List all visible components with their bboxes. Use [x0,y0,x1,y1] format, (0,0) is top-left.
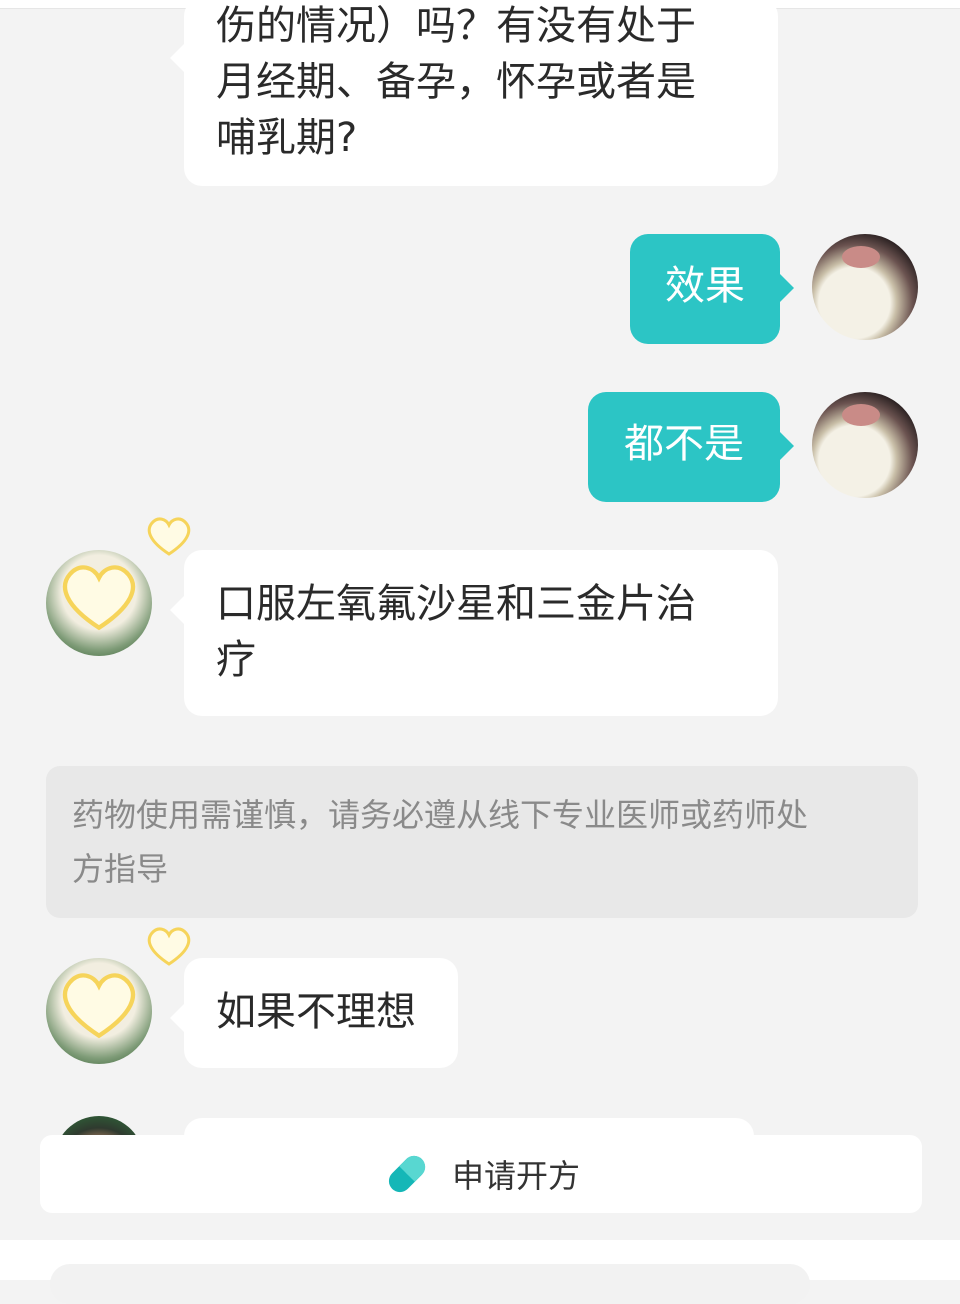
small-heart-icon [144,920,194,970]
small-heart-icon [144,510,194,560]
heart-sticker-icon [56,960,142,1046]
notice-line: 药物使用需谨慎，请务必遵从线下专业医师或药师处 [72,796,809,834]
message-bubble-user: 都不是 [588,392,794,502]
message-bubble-doctor: 口服左氧氟沙星和三金片治 疗 [170,550,778,716]
message-text-line: 哺乳期? [216,115,358,161]
message-text-line: 月经期、备孕，怀孕或者是 [216,59,696,105]
message-bubble-doctor: 伤的情况）吗？有没有处于 月经期、备孕，怀孕或者是 哺乳期? [170,0,778,186]
pill-icon [382,1149,432,1199]
message-text: 都不是 [624,421,744,467]
message-text-line: 伤的情况）吗？有没有处于 [216,3,696,49]
avatar-face [842,246,880,268]
message-text-line: 疗 [216,637,256,683]
heart-sticker-icon [56,552,142,638]
message-text: 效果 [665,263,745,309]
bottom-input-bar [0,1240,960,1304]
message-bubble-doctor: 如果不理想 [170,958,458,1068]
avatar-face [842,404,880,426]
user-avatar[interactable] [812,392,918,498]
user-avatar[interactable] [812,234,918,340]
message-text-line: 口服左氧氟沙星和三金片治 [216,581,696,627]
message-text: 如果不理想 [216,989,416,1035]
request-prescription-label: 申请开方 [451,1157,580,1195]
message-bubble-user: 效果 [630,234,794,344]
notice-line: 方指导 [72,850,169,888]
message-input[interactable] [50,1264,810,1304]
request-prescription-button[interactable]: 申请开方 [40,1135,922,1213]
medication-notice: 药物使用需谨慎，请务必遵从线下专业医师或药师处 方指导 [46,766,918,918]
